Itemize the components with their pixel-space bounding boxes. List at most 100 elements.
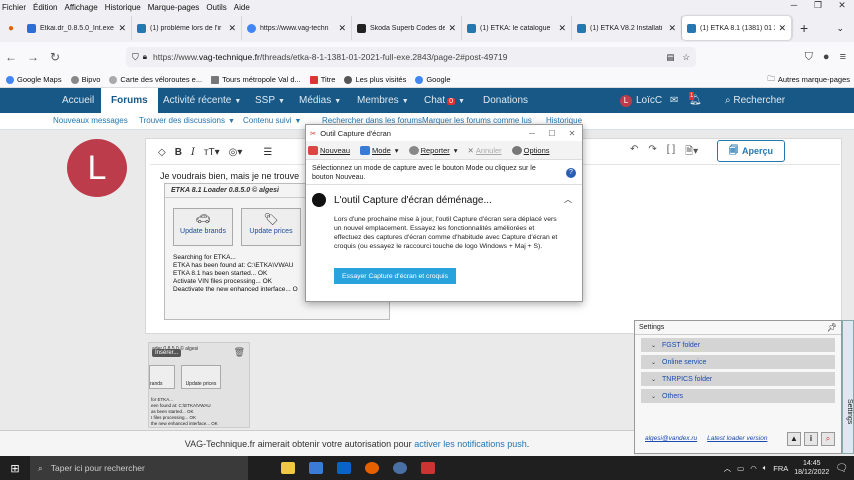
email-link[interactable]: algesi@vandex.ru bbox=[645, 435, 697, 442]
menu-edition[interactable]: Édition bbox=[33, 3, 57, 12]
notifications-icon[interactable]: 🗨︎ bbox=[835, 463, 848, 474]
settings-item-tnrpics[interactable]: ⌄ TNRPICS folder bbox=[641, 372, 835, 386]
settings-item-online[interactable]: ⌄ Online service bbox=[641, 355, 835, 369]
nav-membres[interactable]: Membres ▼ bbox=[357, 88, 409, 113]
caret-down-icon[interactable]: ▼ bbox=[458, 98, 465, 105]
avatar[interactable]: L bbox=[67, 139, 127, 197]
snip-titlebar[interactable]: ✂ Outil Capture d'écran ─ ☐ ✕ bbox=[306, 125, 582, 141]
app-icon[interactable] bbox=[386, 456, 414, 480]
search-tool-icon[interactable]: ⌕ bbox=[821, 432, 835, 446]
outlook-icon[interactable] bbox=[330, 456, 358, 480]
editor-text[interactable]: Je voudrais bien, mais je ne trouve bbox=[160, 171, 299, 181]
menu-historique[interactable]: Historique bbox=[105, 3, 141, 12]
nav-chat[interactable]: Chat 0 ▼ bbox=[424, 88, 465, 113]
nav-accueil[interactable]: Accueil bbox=[62, 88, 94, 113]
tab-close-icon[interactable]: ✕ bbox=[778, 23, 786, 34]
bold-icon[interactable]: B bbox=[175, 147, 182, 158]
bookmark-item[interactable]: Carte des véloroutes e... bbox=[109, 75, 202, 84]
browser-tab[interactable]: Skoda Superb Codes de ✕ bbox=[352, 16, 462, 40]
restore-icon[interactable]: ❐ bbox=[806, 0, 830, 14]
preview-button[interactable]: 🗐︎ Aperçu bbox=[717, 140, 785, 162]
menu-aide[interactable]: Aide bbox=[234, 3, 250, 12]
url-bar[interactable]: ⛉ 🔒︎ https://www.vag-technique.fr/thread… bbox=[126, 47, 696, 67]
insert-button[interactable]: Insérer... bbox=[152, 349, 182, 357]
menu-outils[interactable]: Outils bbox=[206, 3, 226, 12]
alerts-icon[interactable]: 🔔︎ 1 bbox=[689, 88, 702, 113]
settings-side-tab[interactable]: Settings bbox=[842, 320, 854, 454]
bookmark-item[interactable]: Google Maps bbox=[6, 75, 62, 84]
close-icon[interactable]: ✕ bbox=[562, 129, 582, 138]
reader-view-icon[interactable]: ▤ bbox=[666, 52, 674, 63]
tab-close-icon[interactable]: ✕ bbox=[558, 23, 566, 34]
trash-icon[interactable]: 🗑︎ bbox=[234, 347, 245, 358]
inbox-icon[interactable]: ✉ bbox=[670, 88, 678, 113]
tab-close-icon[interactable]: ✕ bbox=[668, 23, 676, 34]
chevron-up-icon[interactable]: ︿ bbox=[724, 463, 732, 474]
new-tab-icon[interactable]: + bbox=[800, 20, 808, 36]
bookmark-item[interactable]: Tours métropole Val d... bbox=[211, 75, 301, 84]
nav-user[interactable]: L LoïcC bbox=[620, 88, 662, 113]
store-icon[interactable] bbox=[302, 456, 330, 480]
drafts-icon[interactable]: 🗎▾ bbox=[685, 144, 698, 161]
nav-donations[interactable]: Donations bbox=[483, 88, 528, 113]
minimize-icon[interactable]: ─ bbox=[522, 129, 542, 138]
lock-icon[interactable]: 🔒︎ bbox=[143, 52, 147, 62]
nav-ssp[interactable]: SSP ▼ bbox=[255, 88, 285, 113]
other-bookmarks[interactable]: 🗀 Autres marque-pages bbox=[767, 73, 850, 86]
bookmark-item[interactable]: Google bbox=[415, 75, 451, 84]
snip-mode-button[interactable]: Mode ▾ bbox=[360, 145, 399, 155]
tab-close-icon[interactable]: ✕ bbox=[448, 23, 456, 34]
nav-forums[interactable]: Forums bbox=[101, 88, 158, 113]
caret-down-icon[interactable]: ▼ bbox=[334, 98, 341, 105]
snip-new-button[interactable]: Nouveau bbox=[308, 145, 350, 155]
browser-tab[interactable]: Etkai.dr_0.8.5.0_Int.exe ✕ bbox=[22, 16, 132, 40]
italic-icon[interactable]: I bbox=[191, 147, 195, 158]
menu-fichier[interactable]: Fichier bbox=[2, 3, 26, 12]
extension-icon[interactable]: ● bbox=[823, 51, 830, 64]
language-indicator[interactable]: FRA bbox=[773, 464, 788, 473]
minimize-icon[interactable]: ─ bbox=[782, 0, 806, 14]
nav-activite[interactable]: Activité récente ▼ bbox=[163, 88, 241, 113]
windows-start-icon[interactable]: ⊞ bbox=[0, 462, 30, 475]
caret-down-icon[interactable]: ▼ bbox=[234, 98, 241, 105]
browser-tab[interactable]: (1) ETKA V8.2 Installati ✕ bbox=[572, 16, 682, 40]
nav-medias[interactable]: Médias ▼ bbox=[299, 88, 341, 113]
enable-push-link[interactable]: activer les notifications push bbox=[414, 439, 527, 449]
bookmark-item[interactable]: Les plus visités bbox=[344, 75, 406, 84]
shield-icon[interactable]: ⛉ bbox=[132, 52, 139, 63]
snip-options-button[interactable]: Options bbox=[511, 145, 550, 155]
pin-icon[interactable]: 📌︎ bbox=[827, 323, 837, 332]
browser-tab-active[interactable]: (1) ETKA 8.1 (1381) 01 2 ✕ bbox=[682, 16, 792, 40]
menu-affichage[interactable]: Affichage bbox=[64, 3, 97, 12]
caret-down-icon[interactable]: ▼ bbox=[278, 98, 285, 105]
text-size-icon[interactable]: тТ▾ bbox=[204, 147, 220, 158]
clock[interactable]: 14:45 18/12/2022 bbox=[794, 459, 829, 477]
info-icon[interactable]: i bbox=[804, 432, 818, 446]
pocket-icon[interactable]: ⛉ bbox=[805, 51, 813, 64]
wifi-icon[interactable]: ◠ bbox=[750, 464, 757, 473]
subnav-trouver-discussions[interactable]: Trouver des discussions ▼ bbox=[139, 116, 235, 125]
tab-close-icon[interactable]: ✕ bbox=[118, 23, 126, 34]
forward-icon[interactable]: → bbox=[22, 50, 44, 64]
subnav-contenu-suivi[interactable]: Contenu suivi ▼ bbox=[243, 116, 301, 125]
subnav-nouveaux-messages[interactable]: Nouveaux messages bbox=[53, 116, 128, 125]
color-icon[interactable]: ◎▾ bbox=[229, 147, 243, 158]
settings-item-fgst[interactable]: ⌄ FGST folder bbox=[641, 338, 835, 352]
settings-item-others[interactable]: ⌄ Others bbox=[641, 389, 835, 403]
bookmark-item[interactable]: Bipvo bbox=[70, 75, 100, 84]
tab-close-icon[interactable]: ✕ bbox=[338, 23, 346, 34]
attachment-thumbnail[interactable]: ader 0.8.5.0 © algesi Insérer... 🗑︎ rand… bbox=[148, 342, 250, 428]
list-tabs-icon[interactable]: ⌄ bbox=[836, 23, 844, 34]
snip-delay-button[interactable]: Reporter ▾ bbox=[408, 145, 458, 155]
browser-tab[interactable]: https://www.vag-techn ✕ bbox=[242, 16, 352, 40]
help-icon[interactable]: ? bbox=[566, 168, 576, 178]
warning-icon[interactable]: ▲ bbox=[787, 432, 801, 446]
volume-icon[interactable]: 🔈︎ bbox=[763, 463, 768, 473]
bbcode-icon[interactable]: [ ] bbox=[667, 144, 675, 161]
network-icon[interactable]: ▭ bbox=[737, 464, 744, 473]
maximize-icon[interactable]: ☐ bbox=[542, 129, 562, 138]
caret-down-icon[interactable]: ▼ bbox=[402, 98, 409, 105]
taskbar-search[interactable]: ⌕ Taper ici pour rechercher bbox=[30, 456, 248, 480]
list-icon[interactable]: ☰ bbox=[263, 147, 272, 158]
bookmark-star-icon[interactable]: ☆ bbox=[682, 52, 690, 63]
